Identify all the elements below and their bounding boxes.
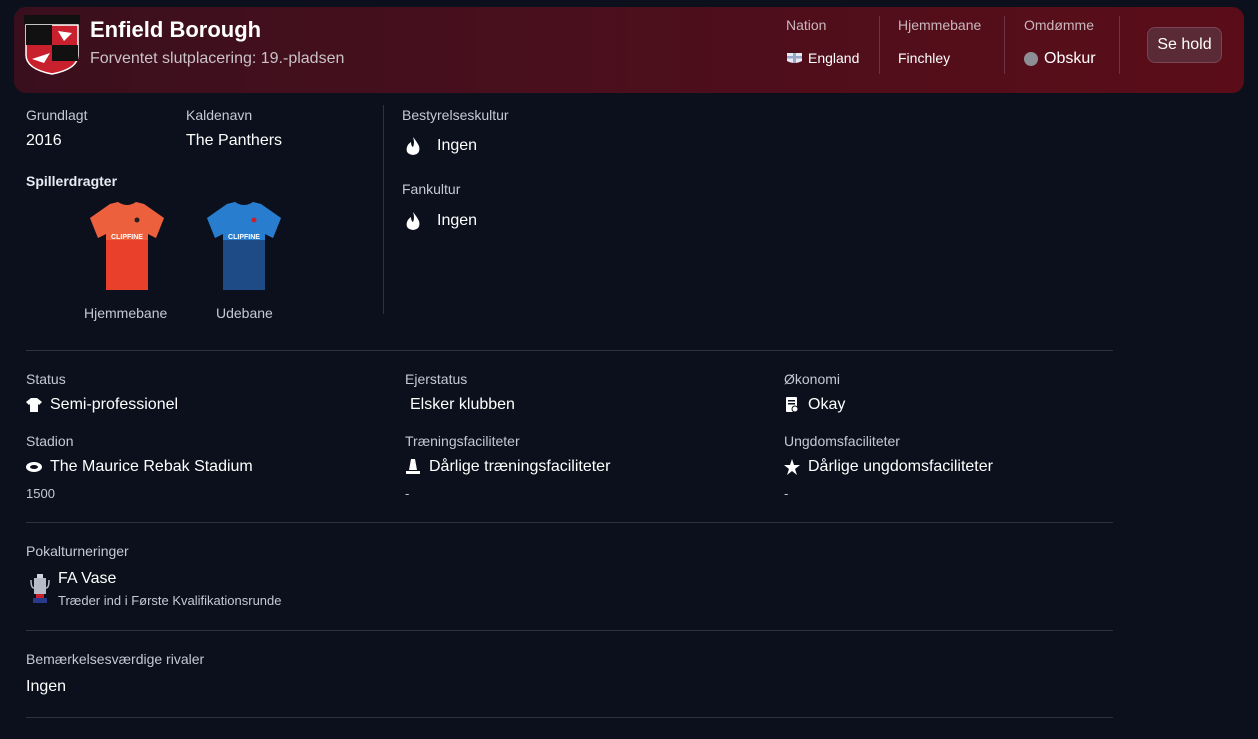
reputation-value: Obskur bbox=[1024, 50, 1096, 68]
board-culture-text: Ingen bbox=[437, 137, 478, 154]
star-icon bbox=[784, 459, 800, 475]
fan-culture-label: Fankultur bbox=[402, 181, 461, 197]
cup-trophy-icon bbox=[30, 574, 50, 604]
rivals-label: Bemærkelsesværdige rivaler bbox=[26, 651, 205, 667]
founded-label: Grundlagt bbox=[26, 107, 88, 123]
cup-name[interactable]: FA Vase bbox=[58, 570, 116, 588]
training-cone-icon bbox=[405, 459, 421, 475]
stadium-label: Stadion bbox=[26, 433, 74, 449]
rivals-value: Ingen bbox=[26, 678, 67, 695]
stadium-capacity: 1500 bbox=[26, 486, 55, 501]
reputation-text: Obskur bbox=[1044, 50, 1096, 67]
nickname-value: The Panthers bbox=[186, 132, 283, 149]
stadium-value[interactable]: The Maurice Rebak Stadium bbox=[26, 458, 253, 476]
nation-text: England bbox=[808, 50, 860, 66]
economy-value: Okay bbox=[784, 396, 845, 414]
home-ground-value: Finchley bbox=[898, 50, 951, 66]
fan-culture-value: Ingen bbox=[405, 212, 477, 230]
board-culture-label: Bestyrelseskultur bbox=[402, 107, 509, 123]
youth-label: Ungdomsfaciliteter bbox=[784, 433, 900, 449]
training-note: - bbox=[405, 486, 410, 501]
section-divider bbox=[26, 717, 1113, 718]
economy-text: Okay bbox=[808, 396, 846, 413]
club-crest-icon bbox=[24, 15, 80, 75]
nickname-label: Kaldenavn bbox=[186, 107, 253, 123]
england-flag-icon bbox=[786, 50, 802, 66]
section-divider bbox=[26, 522, 1113, 523]
club-header: Enfield Borough Forventet slutplacering:… bbox=[14, 7, 1244, 93]
section-divider bbox=[26, 350, 1113, 351]
training-value: Dårlige træningsfaciliteter bbox=[405, 458, 610, 476]
header-divider bbox=[1119, 16, 1120, 74]
founded-value: 2016 bbox=[26, 132, 62, 149]
home-ground-block: Hjemmebane Finchley bbox=[898, 17, 981, 77]
economy-label: Økonomi bbox=[784, 371, 841, 387]
nation-label: Nation bbox=[786, 17, 827, 33]
flame-icon bbox=[405, 137, 421, 155]
owner-status-value: Elsker klubben bbox=[410, 396, 515, 413]
nation-block: Nation England bbox=[786, 17, 859, 77]
youth-note: - bbox=[784, 486, 789, 501]
view-squad-button[interactable]: Se hold bbox=[1147, 27, 1222, 63]
club-name: Enfield Borough bbox=[90, 17, 262, 42]
status-value: Semi-professionel bbox=[26, 396, 178, 414]
svg-text:CLIPFINE: CLIPFINE bbox=[228, 234, 260, 241]
away-kit-icon: CLIPFINE bbox=[205, 200, 283, 294]
home-kit-label: Hjemmebane bbox=[84, 305, 168, 321]
training-text: Dårlige træningsfaciliteter bbox=[429, 458, 611, 475]
youth-text: Dårlige ungdomsfaciliteter bbox=[808, 458, 993, 475]
vertical-divider bbox=[383, 105, 384, 314]
owner-status-label: Ejerstatus bbox=[405, 371, 468, 387]
board-culture-value: Ingen bbox=[405, 137, 477, 155]
kits-title: Spillerdragter bbox=[26, 173, 118, 189]
header-divider bbox=[879, 16, 880, 74]
cups-label: Pokalturneringer bbox=[26, 543, 129, 559]
fan-culture-text: Ingen bbox=[437, 212, 478, 229]
shirt-icon bbox=[26, 397, 42, 413]
header-divider bbox=[1004, 16, 1005, 74]
away-kit-label: Udebane bbox=[216, 305, 273, 321]
flame-icon bbox=[405, 212, 421, 230]
home-ground-label: Hjemmebane bbox=[898, 17, 982, 33]
cup-entry-note: Træder ind i Første Kvalifikationsrunde bbox=[58, 593, 282, 608]
section-divider bbox=[26, 630, 1113, 631]
expected-finish: Forventet slutplacering: 19.-pladsen bbox=[90, 50, 345, 67]
training-label: Træningsfaciliteter bbox=[405, 433, 520, 449]
status-text: Semi-professionel bbox=[50, 396, 179, 413]
reputation-block: Omdømme Obskur bbox=[1024, 17, 1096, 77]
home-kit-icon: CLIPFINE bbox=[88, 200, 166, 294]
nation-value[interactable]: England bbox=[786, 50, 859, 66]
reputation-dot-icon bbox=[1024, 52, 1038, 66]
youth-value: Dårlige ungdomsfaciliteter bbox=[784, 458, 993, 476]
stadium-icon bbox=[26, 459, 42, 475]
finance-document-icon bbox=[784, 397, 800, 413]
stadium-text: The Maurice Rebak Stadium bbox=[50, 458, 253, 475]
svg-text:CLIPFINE: CLIPFINE bbox=[111, 234, 143, 241]
reputation-label: Omdømme bbox=[1024, 17, 1094, 33]
status-label: Status bbox=[26, 371, 66, 387]
